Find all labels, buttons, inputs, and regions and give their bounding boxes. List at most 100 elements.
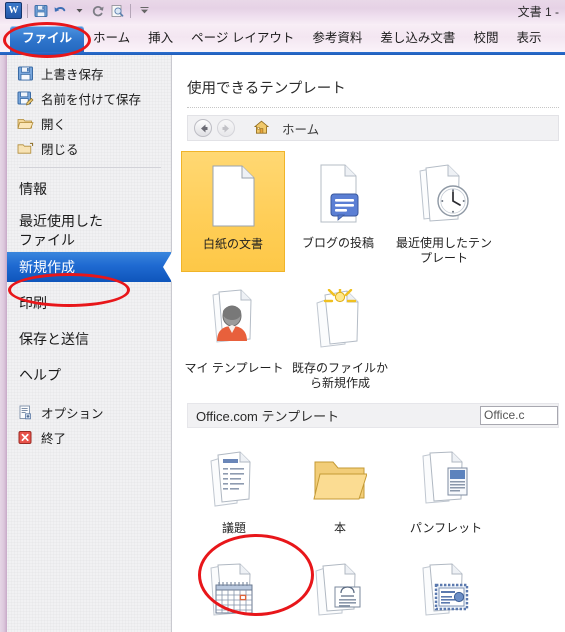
office-section-title: Office.com テンプレート — [196, 409, 340, 424]
save-as-icon — [17, 90, 34, 107]
template-label-blank-document: 白紙の文書 — [202, 237, 263, 251]
office-template-row-2: カレンダー カード — [173, 542, 565, 632]
template-tile-agenda[interactable]: 議題 — [181, 436, 287, 542]
sidebar-item-open[interactable]: 開く — [7, 111, 171, 136]
sidebar-item-print[interactable]: 印刷 — [7, 288, 171, 318]
backstage-sidebar: 上書き保存 名前を付けて保存 開く 閉じる 情報 最近使用した ファイル 新規作… — [7, 55, 172, 632]
template-tile-spacer — [393, 276, 499, 397]
exit-icon — [17, 429, 34, 446]
sidebar-label-recent-line2: ファイル — [19, 232, 75, 248]
template-tile-card[interactable]: カード — [287, 548, 393, 632]
template-tile-calendar[interactable]: カレンダー — [181, 548, 287, 632]
tab-insert[interactable]: 挿入 — [139, 26, 182, 53]
recent-templates-icon — [418, 156, 470, 234]
sidebar-item-recent[interactable]: 最近使用した ファイル — [7, 210, 171, 252]
title-divider — [187, 107, 559, 108]
word-logo-icon[interactable]: W — [5, 2, 22, 19]
open-folder-icon — [17, 115, 34, 132]
blank-document-icon — [209, 157, 257, 235]
sidebar-item-info[interactable]: 情報 — [7, 174, 171, 204]
home-template-row-1: 白紙の文書 ブログの投稿 最近使用したテンプレート — [173, 141, 565, 272]
template-tile-new-from-existing[interactable]: 既存のファイルから新規作成 — [287, 276, 393, 397]
tab-home[interactable]: ホーム — [84, 26, 139, 53]
calendar-icon — [208, 553, 260, 631]
quick-access-toolbar: W — [5, 2, 152, 19]
blog-post-icon — [314, 156, 362, 234]
save-icon[interactable] — [33, 3, 49, 19]
sidebar-label-save-send: 保存と送信 — [19, 331, 89, 347]
template-tile-blank-document[interactable]: 白紙の文書 — [181, 151, 285, 272]
sidebar-label-save: 上書き保存 — [41, 68, 104, 82]
sidebar-label-recent-line1: 最近使用した — [19, 213, 103, 229]
save-icon — [17, 65, 34, 82]
tab-page-layout[interactable]: ページ レイアウト — [182, 26, 303, 53]
sidebar-label-recent: 最近使用した ファイル — [19, 212, 103, 250]
sidebar-label-options: オプション — [41, 407, 104, 421]
close-folder-icon — [17, 140, 34, 157]
template-tile-award-certificate[interactable]: 賞状 — [393, 548, 499, 632]
undo-dropdown-icon[interactable] — [71, 3, 87, 19]
sidebar-label-save-as: 名前を付けて保存 — [41, 93, 142, 107]
backstage-main-pane: 使用できるテンプレート ホーム 白紙の文書 ブログの投稿 最近使用したテンプレー… — [173, 55, 565, 632]
template-label-recent-templates: 最近使用したテンプレート — [395, 236, 492, 265]
office-template-row-1: 議題 本 パンフレット — [173, 428, 565, 542]
redo-icon[interactable] — [90, 3, 106, 19]
back-arrow-icon[interactable] — [194, 119, 212, 137]
print-preview-icon[interactable] — [109, 3, 125, 19]
tab-file[interactable]: ファイル — [10, 26, 85, 53]
ribbon-tabs: ファイル ホーム 挿入 ページ レイアウト 参考資料 差し込み文書 校閲 表示 — [0, 24, 550, 53]
sidebar-label-new: 新規作成 — [19, 259, 75, 275]
sidebar-label-close: 閉じる — [41, 143, 79, 157]
breadcrumb: ホーム — [187, 115, 559, 141]
tab-mailings[interactable]: 差し込み文書 — [371, 26, 464, 53]
award-certificate-icon — [420, 553, 472, 631]
undo-icon[interactable] — [52, 3, 68, 19]
new-from-existing-icon — [314, 281, 366, 359]
qat-divider — [27, 3, 28, 18]
template-tile-my-templates[interactable]: マイ テンプレート — [181, 276, 287, 397]
sidebar-item-save-as[interactable]: 名前を付けて保存 — [7, 86, 171, 111]
selection-chevron-icon — [159, 252, 172, 282]
sidebar-label-open: 開く — [41, 118, 67, 132]
page-title: 使用できるテンプレート — [187, 81, 346, 97]
sidebar-item-options[interactable]: オプション — [7, 400, 171, 425]
template-tile-book[interactable]: 本 — [287, 436, 393, 542]
tab-review[interactable]: 校閲 — [464, 26, 507, 53]
template-label-blog-post: ブログの投稿 — [301, 236, 374, 250]
card-icon — [314, 553, 366, 631]
forward-arrow-icon[interactable] — [217, 119, 235, 137]
template-label-book: 本 — [333, 521, 346, 535]
sidebar-label-print: 印刷 — [19, 295, 47, 311]
customize-qat-icon[interactable] — [136, 3, 152, 19]
sidebar-label-exit: 終了 — [41, 432, 67, 446]
sidebar-item-exit[interactable]: 終了 — [7, 425, 171, 450]
tab-references[interactable]: 参考資料 — [303, 26, 371, 53]
brochure-icon — [421, 441, 471, 519]
template-tile-blog-post[interactable]: ブログの投稿 — [285, 151, 391, 272]
title-bar: W 文書 1 - — [0, 0, 565, 24]
sidebar-item-close[interactable]: 閉じる — [7, 136, 171, 161]
agenda-icon — [209, 441, 259, 519]
window-left-edge — [0, 55, 7, 632]
tab-view[interactable]: 表示 — [507, 26, 550, 53]
template-label-brochure: パンフレット — [409, 521, 483, 535]
sidebar-divider — [19, 167, 161, 168]
home-icon[interactable] — [253, 120, 271, 137]
my-templates-icon — [208, 281, 260, 359]
sidebar-item-save[interactable]: 上書き保存 — [7, 61, 171, 86]
breadcrumb-home-label[interactable]: ホーム — [282, 119, 319, 138]
office-section-header: Office.com テンプレート Office.c — [187, 403, 559, 428]
sidebar-item-help[interactable]: ヘルプ — [7, 360, 171, 390]
word-backstage-window: W 文書 1 - ファイル ホーム 挿入 ページ レイアウト 参考資料 差し込み… — [0, 0, 565, 632]
sidebar-item-new[interactable]: 新規作成 — [7, 252, 172, 282]
template-tile-brochure[interactable]: パンフレット — [393, 436, 499, 542]
book-folder-icon — [313, 441, 367, 519]
template-tile-recent-templates[interactable]: 最近使用したテンプレート — [391, 151, 497, 272]
office-search-input[interactable]: Office.c — [480, 406, 558, 425]
sidebar-label-info: 情報 — [19, 181, 47, 197]
template-label-agenda: 議題 — [221, 521, 246, 535]
ribbon-tab-strip: ファイル ホーム 挿入 ページ レイアウト 参考資料 差し込み文書 校閲 表示 — [0, 24, 565, 53]
qat-divider-2 — [130, 3, 131, 18]
sidebar-item-save-send[interactable]: 保存と送信 — [7, 324, 171, 354]
sidebar-label-help: ヘルプ — [19, 367, 61, 383]
